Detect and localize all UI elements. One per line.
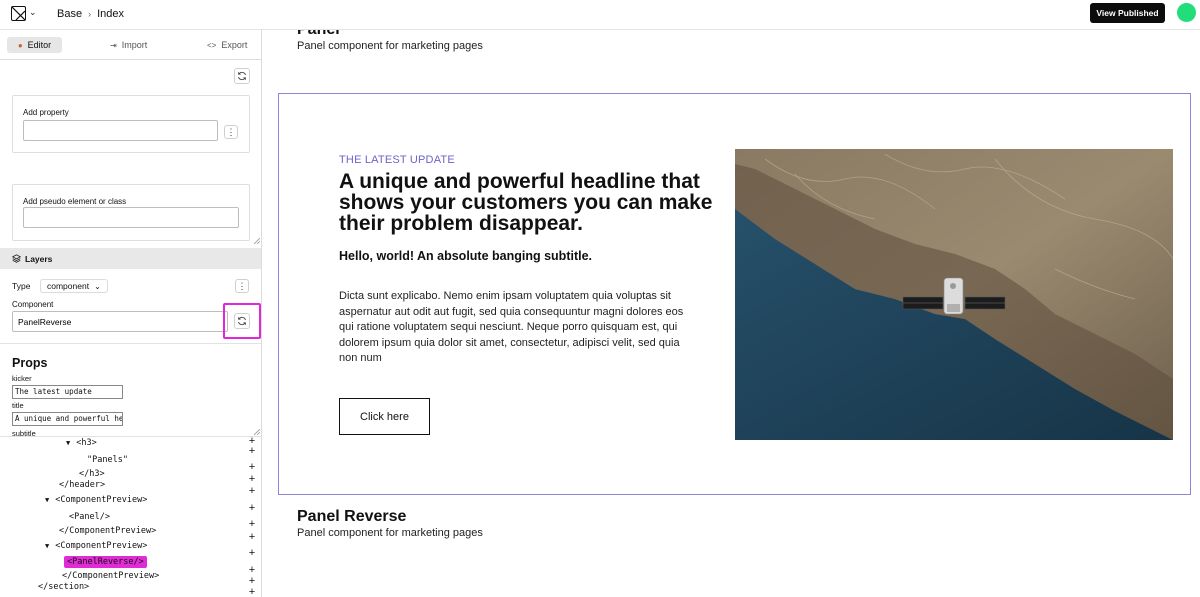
add-child-button[interactable]: +: [248, 548, 256, 559]
layers-title: Layers: [25, 253, 53, 264]
tab-import[interactable]: ⇥ Import: [110, 37, 147, 53]
panel-body: Dicta sunt explicabo. Nemo enim ipsam vo…: [339, 290, 684, 364]
top-bar: ⌄ Base › Index View Published: [0, 0, 1200, 30]
tree-node[interactable]: </header>: [59, 480, 105, 490]
tree-node[interactable]: ▼ <ComponentPreview>: [45, 541, 147, 551]
breadcrumb-item-base[interactable]: Base: [57, 8, 82, 20]
import-icon: ⇥: [110, 40, 117, 50]
section-desc-panel: Panel component for marketing pages: [297, 40, 483, 52]
avatar[interactable]: [1177, 3, 1196, 22]
prop-input-title[interactable]: A unique and powerful hea: [12, 412, 123, 426]
divider: [0, 436, 261, 437]
hero-image: [735, 149, 1173, 440]
prop-input-kicker[interactable]: The latest update: [12, 385, 123, 399]
tab-editor[interactable]: ● Editor: [7, 37, 62, 53]
divider: [0, 343, 261, 344]
tree-node[interactable]: </section>: [38, 582, 89, 592]
panel-kicker: THE LATEST UPDATE: [339, 154, 455, 166]
section-desc-panel-reverse: Panel component for marketing pages: [297, 527, 483, 539]
add-pseudo-input[interactable]: [23, 207, 239, 228]
tab-export-label: Export: [221, 40, 248, 50]
component-preview-selected[interactable]: THE LATEST UPDATE A unique and powerful …: [278, 93, 1191, 495]
tree-node[interactable]: </ComponentPreview>: [59, 526, 156, 536]
breadcrumb: Base › Index: [57, 8, 124, 20]
tab-editor-label: Editor: [27, 40, 52, 50]
tree-node[interactable]: </ComponentPreview>: [62, 571, 159, 581]
sidebar-tabs: ● Editor ⇥ Import <> Export: [0, 30, 261, 59]
type-label: Type: [12, 281, 31, 291]
code-icon: <>: [207, 40, 217, 50]
add-child-button[interactable]: +: [248, 503, 256, 514]
chevron-down-icon: ⌄: [94, 281, 101, 291]
prop-label-title: title: [12, 401, 24, 410]
section-title-panel-reverse: Panel Reverse: [297, 508, 407, 525]
refresh-icon: [238, 71, 246, 81]
add-child-button[interactable]: +: [248, 474, 256, 485]
layers-header[interactable]: Layers: [0, 248, 261, 269]
tab-export[interactable]: <> Export: [207, 37, 247, 53]
tree-node[interactable]: ▼ <h3>: [66, 438, 97, 448]
layer-options-button[interactable]: ⋮: [235, 279, 249, 293]
logo-icon[interactable]: [11, 6, 26, 21]
type-select[interactable]: component ⌄: [40, 279, 108, 293]
resize-handle-icon[interactable]: [254, 238, 260, 244]
chevron-down-icon[interactable]: ⌄: [29, 7, 37, 18]
caret-down-icon[interactable]: ▼: [45, 542, 49, 550]
add-child-button[interactable]: +: [248, 587, 256, 597]
tree-node[interactable]: ▼ <ComponentPreview>: [45, 495, 147, 505]
add-pseudo-label: Add pseudo element or class: [23, 197, 127, 206]
add-child-button[interactable]: +: [248, 519, 256, 530]
breadcrumb-item-index[interactable]: Index: [97, 8, 124, 20]
chevron-right-icon: ›: [88, 9, 92, 19]
component-label: Component: [12, 300, 54, 309]
prop-label-kicker: kicker: [12, 374, 32, 383]
tree-node-selected[interactable]: <PanelReverse/>: [64, 556, 147, 568]
section-title-panel: Panel: [297, 30, 340, 39]
divider: [0, 59, 261, 60]
add-property-label: Add property: [23, 108, 69, 117]
type-select-value: component: [47, 281, 90, 291]
click-here-button[interactable]: Click here: [339, 398, 430, 435]
kebab-icon: ⋮: [226, 126, 236, 137]
add-child-button[interactable]: +: [248, 446, 256, 457]
add-child-button[interactable]: +: [248, 532, 256, 543]
preview-canvas: Panel Panel component for marketing page…: [262, 30, 1200, 597]
tree-node[interactable]: <Panel/>: [69, 512, 110, 522]
component-input[interactable]: [12, 311, 228, 332]
palette-icon: ●: [17, 40, 23, 50]
satellite-over-coast-image: [735, 149, 1173, 440]
add-child-button[interactable]: +: [248, 462, 256, 473]
add-property-input[interactable]: [23, 120, 218, 141]
caret-down-icon[interactable]: ▼: [66, 439, 70, 447]
add-child-button[interactable]: +: [248, 486, 256, 497]
tree-node[interactable]: "Panels": [87, 455, 128, 465]
panel-headline: A unique and powerful headline that show…: [339, 170, 713, 235]
tree-node[interactable]: </h3>: [79, 469, 105, 479]
caret-down-icon[interactable]: ▼: [45, 496, 49, 504]
tab-import-label: Import: [121, 40, 148, 50]
sidebar: ● Editor ⇥ Import <> Export Add property…: [0, 30, 262, 597]
view-published-button[interactable]: View Published: [1090, 3, 1165, 23]
panel-subtitle: Hello, world! An absolute banging subtit…: [339, 249, 593, 263]
property-options-button[interactable]: ⋮: [224, 125, 238, 139]
layers-icon: [12, 254, 21, 263]
refresh-styles-button[interactable]: [234, 68, 250, 84]
props-title: Props: [12, 356, 48, 370]
refresh-icon: [238, 316, 246, 326]
refresh-component-button[interactable]: [234, 313, 250, 329]
kebab-icon: ⋮: [237, 280, 247, 291]
